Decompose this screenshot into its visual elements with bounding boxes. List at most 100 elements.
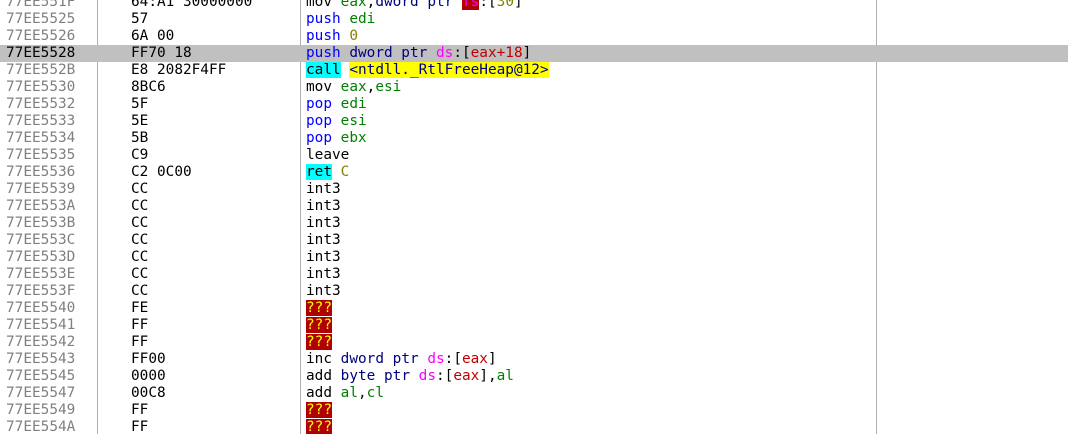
disassembly-row[interactable]: 77EE5545 0000 add byte ptr ds:[eax],al xyxy=(0,368,1068,385)
instruction-cell: ??? xyxy=(306,317,332,334)
instruction-token: <ntdll._RtlFreeHeap@12> xyxy=(349,62,549,78)
instruction-token: add xyxy=(306,385,332,401)
bytes-cell: C9 xyxy=(131,147,149,163)
instruction-token: ] xyxy=(522,45,532,61)
instruction-cell: int3 xyxy=(306,215,341,232)
instruction-token: C xyxy=(340,164,350,180)
disassembly-row[interactable]: 77EE5532 5F pop edi xyxy=(0,96,1068,113)
disassembly-row[interactable]: 77EE553E CC int3 xyxy=(0,266,1068,283)
instruction-token: ], xyxy=(479,368,497,384)
instruction-token xyxy=(453,0,462,10)
instruction-token xyxy=(332,368,341,384)
disassembly-row[interactable]: 77EE551F 64:A1 30000000 mov eax,dword ptr … xyxy=(0,0,1068,11)
bytes-cell: CC xyxy=(131,181,149,197)
disassembly-row[interactable]: 77EE5549 FF??? xyxy=(0,402,1068,419)
disassembly-row[interactable]: 77EE553F CC int3 xyxy=(0,283,1068,300)
disassembly-row[interactable]: 77EE5525 57 push edi xyxy=(0,11,1068,28)
instruction-token: mov xyxy=(306,79,332,95)
bytes-cell: 0000 xyxy=(131,368,166,384)
instruction-token: al xyxy=(496,368,514,384)
address-cell: 77EE553A xyxy=(6,198,76,214)
disassembly-row[interactable]: 77EE554A FF??? xyxy=(0,419,1068,434)
instruction-cell: ??? xyxy=(306,300,332,317)
bytes-cell: 5E xyxy=(131,113,149,129)
instruction-token: inc xyxy=(306,351,332,367)
instruction-token: leave xyxy=(306,147,350,163)
instruction-token: ds xyxy=(435,45,454,61)
disassembly-row[interactable]: 77EE5530 8BC6 mov eax,esi xyxy=(0,79,1068,96)
instruction-cell: int3 xyxy=(306,232,341,249)
instruction-token: dword ptr xyxy=(349,45,428,61)
disassembly-row[interactable]: 77EE5547 00C8 add al,cl xyxy=(0,385,1068,402)
instruction-token: cl xyxy=(366,385,384,401)
instruction-token: esi xyxy=(340,113,367,129)
instruction-token: eax+18 xyxy=(470,45,523,61)
instruction-token: int3 xyxy=(306,266,341,282)
bytes-cell: FF xyxy=(131,419,149,434)
instruction-token: ds xyxy=(427,351,445,367)
instruction-token: int3 xyxy=(306,232,341,248)
disassembly-row[interactable]: 77EE5543 FF00 inc dword ptr ds:[eax] xyxy=(0,351,1068,368)
bytes-cell: FF xyxy=(131,402,149,418)
disassembly-view[interactable]: 77EE551F 64:A1 30000000 mov eax,dword ptr … xyxy=(0,0,1068,434)
disassembly-row-selected[interactable]: 77EE5528 FF70 18 push dword ptr ds:[eax+18… xyxy=(0,45,1068,62)
bytes-cell: FF xyxy=(131,317,149,333)
instruction-token: ret xyxy=(306,164,332,180)
disassembly-row[interactable]: 77EE5534 5B pop ebx xyxy=(0,130,1068,147)
instruction-cell: pop esi xyxy=(306,113,367,130)
bytes-cell: 6A 00 xyxy=(131,28,175,44)
disassembly-row[interactable]: 77EE553A CC int3 xyxy=(0,198,1068,215)
bytes-cell: 5B xyxy=(131,130,149,146)
bytes-cell: CC xyxy=(131,249,149,265)
disassembly-row[interactable]: 77EE5542 FF??? xyxy=(0,334,1068,351)
instruction-token: edi xyxy=(349,11,376,27)
instruction-token xyxy=(410,368,419,384)
instruction-cell: ??? xyxy=(306,334,332,351)
disassembly-row[interactable]: 77EE553C CC int3 xyxy=(0,232,1068,249)
disassembly-row[interactable]: 77EE5533 5E pop esi xyxy=(0,113,1068,130)
bytes-cell: 8BC6 xyxy=(131,79,166,95)
disassembly-row[interactable]: 77EE5526 6A 00 push 0 xyxy=(0,28,1068,45)
instruction-token: dword ptr xyxy=(340,351,419,367)
disassembly-row[interactable]: 77EE5536 C2 0C00 ret C xyxy=(0,164,1068,181)
instruction-token: call xyxy=(306,62,341,78)
instruction-token: ??? xyxy=(306,334,332,350)
instruction-token xyxy=(332,79,341,95)
instruction-token: :[ xyxy=(453,45,471,61)
disassembly-row[interactable]: 77EE553D CC int3 xyxy=(0,249,1068,266)
bytes-cell: FF00 xyxy=(131,351,166,367)
instruction-cell: int3 xyxy=(306,198,341,215)
instruction-cell: int3 xyxy=(306,249,341,266)
instruction-token: ??? xyxy=(306,300,332,316)
instruction-token: ebx xyxy=(340,130,367,146)
instruction-token: byte ptr xyxy=(340,368,410,384)
disassembly-row[interactable]: 77EE552B E8 2082F4FF call <ntdll._RtlFreeH… xyxy=(0,62,1068,79)
disassembly-row[interactable]: 77EE553B CC int3 xyxy=(0,215,1068,232)
instruction-token: , xyxy=(358,385,367,401)
disassembly-row[interactable]: 77EE5541 FF??? xyxy=(0,317,1068,334)
address-cell: 77EE5540 xyxy=(6,300,76,316)
address-cell: 77EE5541 xyxy=(6,317,76,333)
disassembly-row[interactable]: 77EE5539 CC int3 xyxy=(0,181,1068,198)
address-cell: 77EE5528 xyxy=(6,45,76,61)
instruction-cell: add byte ptr ds:[eax],al xyxy=(306,368,514,385)
address-cell: 77EE5536 xyxy=(6,164,76,180)
address-cell: 77EE5542 xyxy=(6,334,76,350)
instruction-cell: call <ntdll._RtlFreeHeap@12> xyxy=(306,62,549,79)
instruction-token: ??? xyxy=(306,419,332,434)
instruction-cell: leave xyxy=(306,147,349,164)
address-cell: 77EE551F xyxy=(6,0,76,10)
instruction-token: ] xyxy=(487,351,497,367)
instruction-cell: ??? xyxy=(306,419,332,434)
instruction-token: int3 xyxy=(306,198,341,214)
disassembly-row[interactable]: 77EE5535 C9 leave xyxy=(0,147,1068,164)
address-cell: 77EE5534 xyxy=(6,130,76,146)
address-cell: 77EE5526 xyxy=(6,28,76,44)
address-cell: 77EE553D xyxy=(6,249,76,265)
instruction-token: int3 xyxy=(306,181,341,197)
instruction-token: push xyxy=(306,28,341,44)
bytes-cell: FF70 18 xyxy=(131,45,192,61)
disassembly-row[interactable]: 77EE5540 FE??? xyxy=(0,300,1068,317)
address-cell: 77EE5547 xyxy=(6,385,76,401)
instruction-cell: push 0 xyxy=(306,28,358,45)
